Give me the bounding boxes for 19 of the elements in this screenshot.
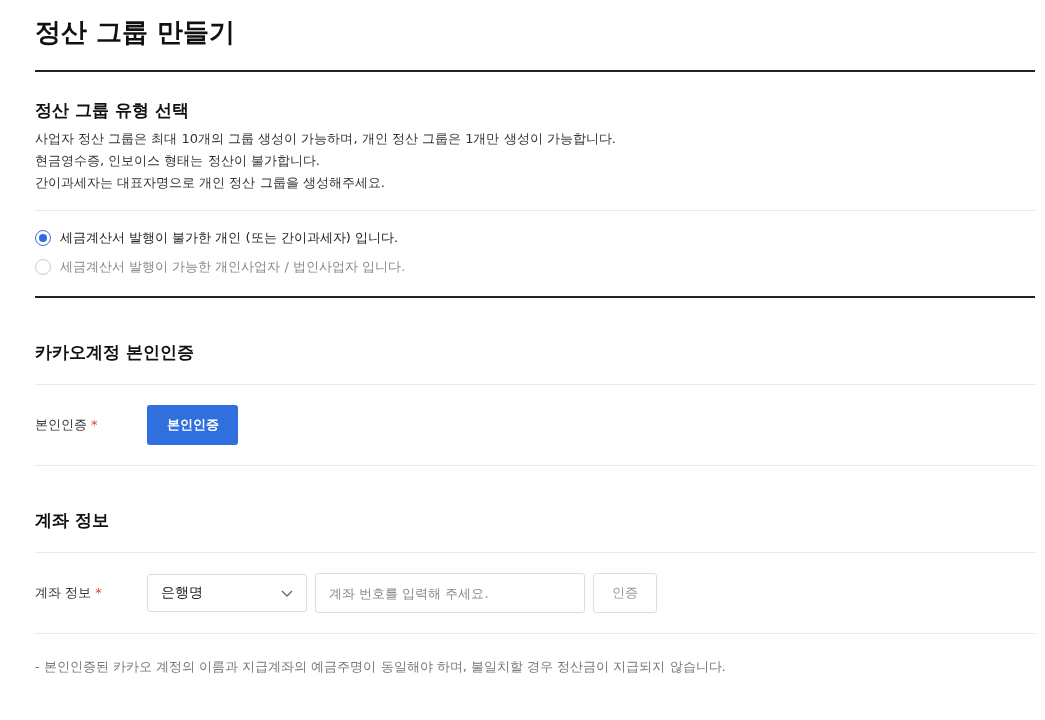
description-text: 현금영수증, 인보이스 형태는 정산이 불가합니다. — [35, 152, 321, 170]
section-heading: 정산 그룹 유형 선택 — [35, 99, 190, 122]
field-label: 본인인증 — [35, 417, 87, 432]
section-heading: 카카오계정 본인인증 — [35, 341, 195, 364]
account-number-field[interactable]: 계좌 번호를 입력해 주세요. — [315, 573, 585, 613]
required-mark: * — [95, 585, 102, 600]
section-heading: 계좌 정보 — [35, 509, 110, 532]
field-label: 계좌 정보 — [35, 585, 92, 600]
description-text: 사업자 정산 그룹은 최대 10개의 그룹 생성이 가능하며, 개인 정산 그룹은 1개만 생성이 가능합니다. — [35, 130, 617, 148]
page-title: 정산 그룹 만들기 — [35, 16, 237, 49]
required-mark: * — [91, 417, 98, 432]
description-text: 간이과세자는 대표자명으로 개인 정산 그룹을 생성해주세요. — [35, 174, 386, 192]
verify-identity-button[interactable]: 본인인증 — [147, 405, 238, 445]
option-label[interactable]: 세금계산서 발행이 불가한 개인 (또는 간이과세자) 입니다. — [60, 229, 399, 247]
option-label[interactable]: 세금계산서 발행이 가능한 개인사업자 / 법인사업자 입니다. — [60, 258, 406, 276]
bank-select[interactable]: 은행명 — [147, 574, 307, 612]
chevron-down-icon — [281, 589, 293, 597]
notice-text: - 본인인증된 카카오 계정의 이름과 지급계좌의 예금주명이 동일해야 하며, 불일치할 경우 정산금이 지급되지 않습니다. — [35, 658, 727, 676]
radio-button[interactable] — [35, 230, 51, 246]
